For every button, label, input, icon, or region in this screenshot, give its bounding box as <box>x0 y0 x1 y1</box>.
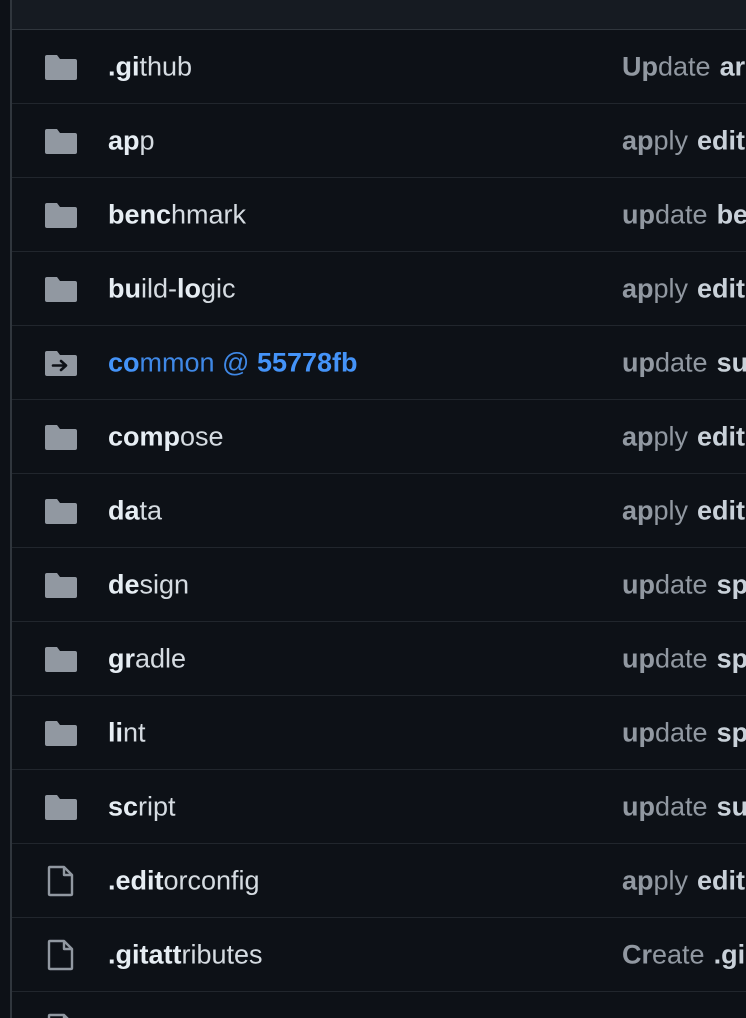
table-row[interactable]: .editorconfig apply edit <box>12 844 746 918</box>
commit-message-link[interactable]: update be <box>622 199 746 230</box>
commit-message-link[interactable]: update su <box>622 347 746 378</box>
row-name-link[interactable]: .editorconfig <box>108 865 260 896</box>
folder-icon <box>44 53 78 81</box>
commit-message-link[interactable]: apply edit <box>622 495 745 526</box>
commit-message-link[interactable]: apply edit <box>622 865 745 896</box>
submodule-icon <box>44 349 78 377</box>
commit-message-link[interactable]: update sp <box>622 643 746 674</box>
table-row[interactable]: benchmark update be <box>12 178 746 252</box>
folder-icon <box>44 201 78 229</box>
table-row[interactable]: gradle update sp <box>12 622 746 696</box>
table-row[interactable]: .github Update ar <box>12 30 746 104</box>
file-icon <box>44 865 78 896</box>
table-row[interactable]: .gitattributes Create .gi <box>12 918 746 992</box>
row-name-link[interactable]: script <box>108 791 176 822</box>
commit-message-link[interactable]: Update ar <box>622 51 745 82</box>
row-name-link[interactable]: benchmark <box>108 199 246 230</box>
folder-icon <box>44 423 78 451</box>
commit-message-link[interactable]: update su <box>622 791 746 822</box>
row-name-link[interactable]: .gitattributes <box>108 939 263 970</box>
commit-message-link[interactable]: update sp <box>622 569 746 600</box>
folder-icon <box>44 127 78 155</box>
commit-message-link[interactable]: apply edit <box>622 125 745 156</box>
row-name-link[interactable]: data <box>108 495 162 526</box>
folder-icon <box>44 275 78 303</box>
row-name-link[interactable]: gradle <box>108 643 186 674</box>
folder-icon <box>44 645 78 673</box>
table-row[interactable] <box>12 992 746 1018</box>
row-name-link[interactable]: design <box>108 569 189 600</box>
table-row[interactable]: common @ 55778fb update su <box>12 326 746 400</box>
row-name-link[interactable]: compose <box>108 421 224 452</box>
row-name-link[interactable]: build-logic <box>108 273 236 304</box>
folder-icon <box>44 719 78 747</box>
table-row[interactable]: script update su <box>12 770 746 844</box>
commit-message-link[interactable]: update sp <box>622 717 746 748</box>
table-row[interactable]: app apply edit <box>12 104 746 178</box>
row-name-link[interactable]: .github <box>108 51 192 82</box>
commit-message-link[interactable]: apply edit <box>622 273 745 304</box>
folder-icon <box>44 571 78 599</box>
table-row[interactable]: lint update sp <box>12 696 746 770</box>
table-row[interactable]: compose apply edit <box>12 400 746 474</box>
folder-icon <box>44 497 78 525</box>
table-header <box>12 0 746 30</box>
folder-icon <box>44 793 78 821</box>
row-name-link[interactable]: app <box>108 125 155 156</box>
file-table: .github Update ar app apply edit benchmark… <box>10 0 746 1018</box>
commit-message-link[interactable]: apply edit <box>622 421 745 452</box>
file-icon <box>44 939 78 970</box>
row-name-link[interactable]: lint <box>108 717 146 748</box>
table-row[interactable]: data apply edit <box>12 474 746 548</box>
file-icon <box>44 1013 78 1018</box>
commit-message-link[interactable]: Create .gi <box>622 939 745 970</box>
table-row[interactable]: design update sp <box>12 548 746 622</box>
table-row[interactable]: build-logic apply edit <box>12 252 746 326</box>
submodule-link[interactable]: common @ 55778fb <box>108 347 358 378</box>
